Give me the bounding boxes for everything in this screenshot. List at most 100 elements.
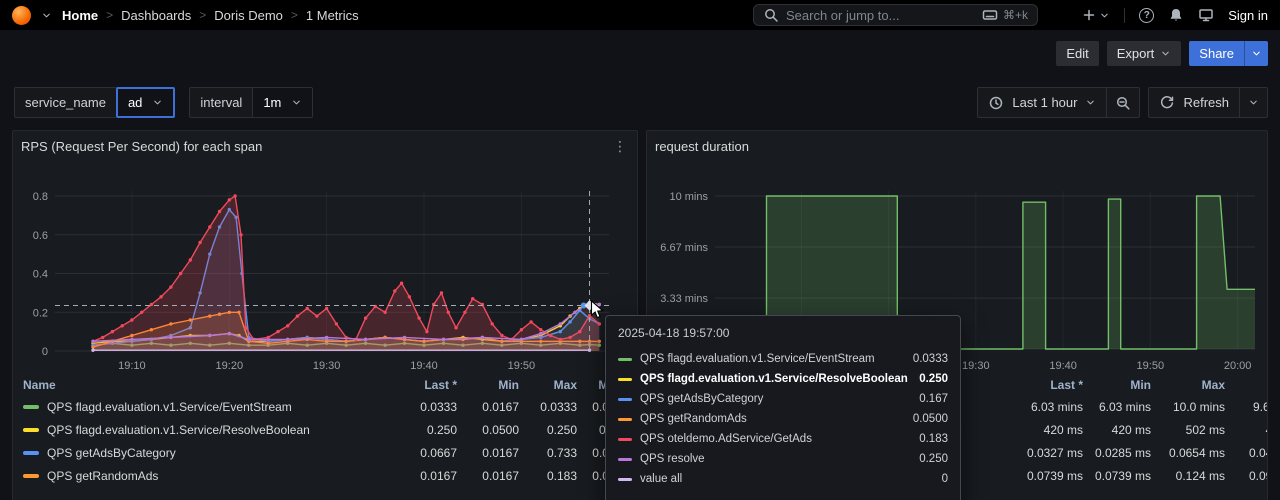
panel-header[interactable]: RPS (Request Per Second) for each span [13, 131, 637, 161]
legend-series-toggle[interactable]: QPS getRandomAds [23, 469, 393, 483]
point-marker [539, 328, 542, 331]
refresh-icon [1159, 95, 1175, 111]
sign-in-button[interactable]: Sign in [1228, 8, 1268, 23]
search-input[interactable]: Search or jump to... ⌘+k [753, 4, 1038, 26]
series-color-dash [618, 418, 632, 421]
help-button[interactable]: ? [1139, 8, 1154, 23]
chevron-down-icon [1251, 48, 1262, 59]
breadcrumb-separator: > [106, 8, 113, 22]
rps-chart[interactable]: 00.20.40.60.819:1019:2019:3019:4019:50 [23, 181, 623, 381]
chevron-down-icon[interactable] [41, 10, 52, 21]
legend-column-max[interactable]: Max [1151, 378, 1225, 392]
legend-value: 0.0333 [519, 400, 577, 414]
panel-menu-icon[interactable]: ⋮ [613, 138, 627, 154]
series-color-swatch [23, 405, 39, 409]
series-color-dash [618, 398, 632, 401]
breadcrumb-item[interactable]: 1 Metrics [306, 8, 359, 23]
tooltip-series-value: 0.0333 [913, 353, 948, 365]
interval-select[interactable]: 1m [252, 87, 313, 118]
panel-title[interactable]: RPS (Request Per Second) for each span [21, 139, 262, 154]
screen-share-button[interactable] [1198, 7, 1214, 23]
breadcrumb-item[interactable]: Home [62, 8, 98, 23]
share-dropdown-button[interactable] [1244, 41, 1268, 66]
breadcrumb-separator: > [199, 8, 206, 22]
point-marker [325, 307, 328, 310]
grafana-dashboard: Home>Dashboards>Doris Demo>1 Metrics Sea… [0, 0, 1280, 500]
legend-value: 0.0654 ms [1151, 446, 1225, 460]
legend-value: 6.03 mins [1011, 400, 1083, 414]
point-marker [417, 316, 420, 319]
legend-column-min[interactable]: Min [457, 378, 519, 392]
point-marker [286, 338, 289, 341]
tooltip-series-label: QPS flagd.evaluation.v1.Service/ResolveB… [640, 373, 911, 385]
tooltip-series-value: 0.167 [919, 393, 948, 405]
point-marker [130, 338, 133, 341]
point-marker [228, 332, 231, 335]
grafana-logo[interactable] [12, 6, 31, 25]
point-marker [471, 297, 474, 300]
point-marker [140, 311, 143, 314]
y-axis-label: 0.8 [33, 191, 48, 203]
legend-column-min[interactable]: Min [1083, 378, 1151, 392]
tooltip-series-value: 0.183 [919, 433, 948, 445]
y-axis-label: 10 mins [669, 191, 708, 203]
panel-title[interactable]: request duration [655, 139, 749, 154]
point-marker [101, 336, 104, 339]
legend-value: 0.0285 ms [1083, 446, 1151, 460]
breadcrumb: Home>Dashboards>Doris Demo>1 Metrics [62, 8, 359, 23]
breadcrumb-item[interactable]: Doris Demo [214, 8, 283, 23]
legend-column-last[interactable]: Last * [1011, 378, 1083, 392]
point-marker [179, 272, 182, 275]
legend-value: 6.03 mins [1083, 400, 1151, 414]
tooltip-row: QPS flagd.evaluation.v1.Service/EventStr… [618, 349, 948, 369]
breadcrumb-item[interactable]: Dashboards [121, 8, 191, 23]
series-color-dash [618, 358, 632, 361]
y-axis-label: 0.6 [33, 230, 48, 242]
legend-value: 502 ms [1151, 423, 1225, 437]
legend-column-name[interactable]: Name [23, 378, 393, 392]
edit-button[interactable]: Edit [1056, 41, 1098, 66]
legend-row: QPS getRandomAds0.01670.01670.1830.0639 [23, 464, 629, 487]
point-marker [403, 336, 406, 339]
panel-header[interactable]: request duration [647, 131, 1267, 161]
interval-value: 1m [263, 95, 281, 110]
tooltip-row: value all0 [618, 469, 948, 489]
legend-series-toggle[interactable]: QPS flagd.evaluation.v1.Service/EventStr… [23, 400, 393, 414]
chevron-down-icon [1099, 10, 1110, 21]
point-marker [408, 295, 411, 298]
point-marker [233, 194, 236, 197]
tooltip-rows: QPS flagd.evaluation.v1.Service/EventStr… [618, 349, 948, 489]
legend-row: QPS getAdsByCategory0.06670.01670.7330.0… [23, 441, 629, 464]
share-button-group: Share [1189, 41, 1268, 66]
refresh-label: Refresh [1183, 95, 1229, 110]
point-marker [559, 322, 562, 325]
refresh-button[interactable]: Refresh [1148, 87, 1240, 118]
tooltip-series-label: value all [640, 473, 934, 485]
point-marker [364, 316, 367, 319]
new-menu-button[interactable] [1081, 7, 1110, 23]
time-range-label: Last 1 hour [1012, 95, 1077, 110]
legend-series-toggle[interactable]: QPS getAdsByCategory [23, 446, 393, 460]
legend-column-max[interactable]: Max [519, 378, 577, 392]
legend-series-toggle[interactable]: QPS flagd.evaluation.v1.Service/ResolveB… [23, 423, 393, 437]
export-button[interactable]: Export [1107, 41, 1182, 66]
legend-column-mean[interactable]: Mean [1225, 378, 1268, 392]
time-range-picker[interactable]: Last 1 hour [977, 87, 1107, 118]
legend-column-last[interactable]: Last * [393, 378, 457, 392]
point-marker [481, 336, 484, 339]
service-name-select[interactable]: ad [116, 87, 175, 118]
tooltip-series-value: 0.0500 [913, 413, 948, 425]
point-marker [325, 336, 328, 339]
point-marker [267, 336, 270, 339]
point-marker [121, 324, 124, 327]
refresh-interval-dropdown[interactable] [1240, 87, 1268, 118]
zoom-out-button[interactable] [1107, 87, 1140, 118]
chevron-down-icon [152, 97, 163, 108]
point-marker [573, 311, 576, 314]
point-marker [315, 314, 318, 317]
notifications-button[interactable] [1168, 7, 1184, 23]
zoom-out-icon [1115, 95, 1131, 111]
chart-tooltip: 2025-04-18 19:57:00 QPS flagd.evaluation… [605, 315, 961, 500]
legend-value: 0.183 [519, 469, 577, 483]
share-button[interactable]: Share [1189, 41, 1244, 66]
